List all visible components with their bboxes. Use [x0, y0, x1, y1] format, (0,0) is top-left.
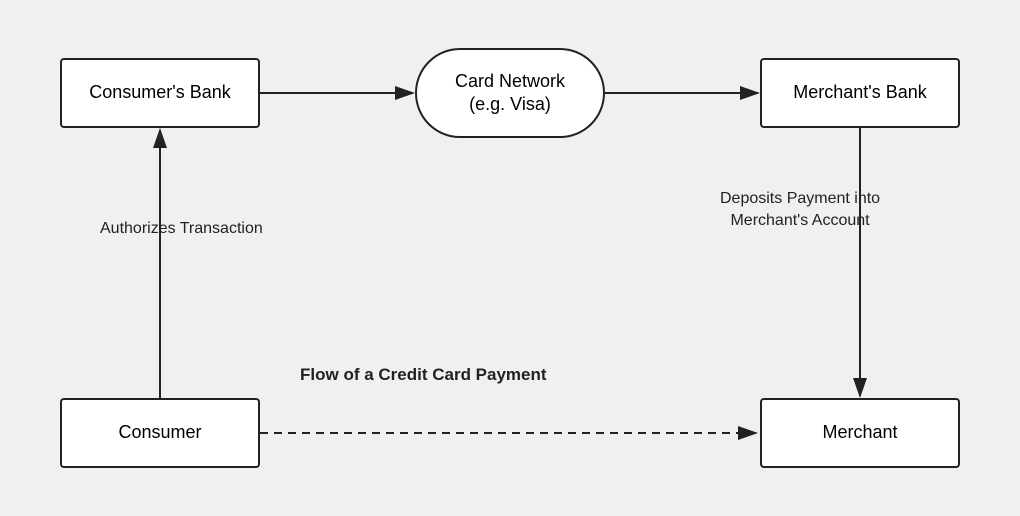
- consumer-label: Consumer: [118, 421, 201, 444]
- consumers-bank-box: Consumer's Bank: [60, 58, 260, 128]
- deposits-label: Deposits Payment intoMerchant's Account: [720, 188, 880, 233]
- consumer-box: Consumer: [60, 398, 260, 468]
- card-network-label: Card Network(e.g. Visa): [455, 70, 565, 117]
- merchant-label: Merchant: [822, 421, 897, 444]
- card-network-box: Card Network(e.g. Visa): [415, 48, 605, 138]
- flow-label: Flow of a Credit Card Payment: [300, 363, 547, 387]
- merchant-box: Merchant: [760, 398, 960, 468]
- authorizes-label: Authorizes Transaction: [100, 218, 263, 240]
- consumers-bank-label: Consumer's Bank: [89, 81, 231, 104]
- merchants-bank-box: Merchant's Bank: [760, 58, 960, 128]
- merchants-bank-label: Merchant's Bank: [793, 81, 927, 104]
- diagram: Consumer's Bank Card Network(e.g. Visa) …: [30, 28, 990, 488]
